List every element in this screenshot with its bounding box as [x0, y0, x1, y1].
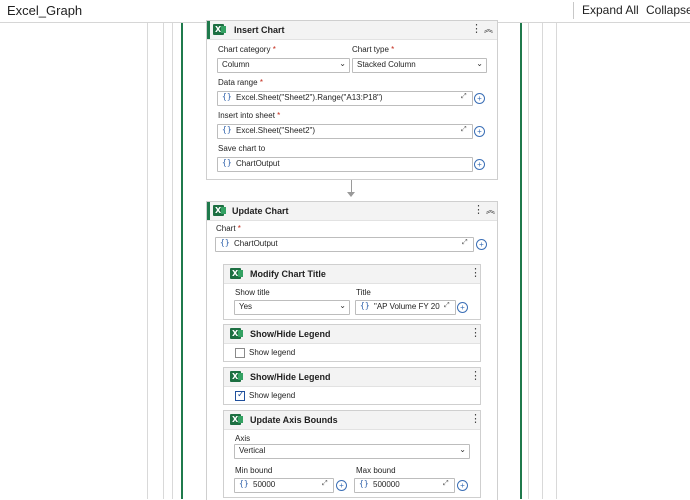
- show-legend-checkbox[interactable]: ✓: [235, 389, 245, 401]
- excel-icon: X: [230, 268, 243, 279]
- add-variable-icon[interactable]: +: [474, 159, 485, 170]
- max-bound-label: Max bound: [356, 466, 396, 475]
- more-options-icon[interactable]: ⋮: [471, 24, 482, 35]
- show-hide-legend-header[interactable]: X Show/Hide Legend ⋮: [224, 368, 481, 387]
- chart-type-label: Chart type *: [352, 45, 395, 54]
- more-options-icon[interactable]: ⋮: [470, 328, 481, 339]
- axis-select[interactable]: Vertical ⌄: [234, 444, 470, 459]
- update-axis-bounds-title: Update Axis Bounds: [250, 415, 338, 425]
- insert-chart-title: Insert Chart: [234, 25, 285, 35]
- modify-chart-title-card: X Modify Chart Title ⋮ Show title Title …: [223, 264, 481, 320]
- insert-chart-card: X Insert Chart ⋮ ︽ Chart category * Char…: [206, 20, 498, 180]
- show-hide-legend-title: Show/Hide Legend: [250, 372, 331, 382]
- expand-editor-icon[interactable]: ⤢: [462, 239, 468, 247]
- chart-label: Chart *: [216, 224, 241, 233]
- nesting-line: [556, 23, 557, 499]
- insert-into-sheet-label: Insert into sheet *: [218, 111, 281, 120]
- update-axis-bounds-header[interactable]: X Update Axis Bounds ⋮: [224, 411, 481, 430]
- chart-category-select[interactable]: Column ⌄: [217, 58, 350, 73]
- data-range-field[interactable]: {} Excel.Sheet("Sheet2").Range("A13:P18"…: [217, 91, 473, 106]
- expand-editor-icon[interactable]: ⤢: [322, 480, 328, 488]
- expression-icon: {}: [359, 479, 369, 488]
- excel-icon: X: [230, 371, 243, 382]
- insert-into-sheet-field[interactable]: {} Excel.Sheet("Sheet2") ⤢: [217, 124, 473, 139]
- nesting-line: [172, 23, 173, 499]
- modify-chart-title-title: Modify Chart Title: [250, 269, 326, 279]
- more-options-icon[interactable]: ⋮: [470, 414, 481, 425]
- expression-icon: {}: [222, 158, 232, 167]
- update-axis-bounds-card: X Update Axis Bounds ⋮ Axis Vertical ⌄ M…: [223, 410, 481, 498]
- more-options-icon[interactable]: ⋮: [470, 371, 481, 382]
- checkmark-icon: ✓: [237, 389, 245, 399]
- update-chart-card: X Update Chart ⋮ ︽ Chart * {} ChartOutpu…: [206, 201, 498, 500]
- card-accent: [207, 21, 210, 39]
- expand-editor-icon[interactable]: ⤢: [444, 302, 450, 310]
- show-title-label: Show title: [235, 288, 270, 297]
- title-field[interactable]: {} "AP Volume FY 202 ⤢: [355, 300, 456, 315]
- card-accent: [207, 202, 210, 220]
- app-title: Excel_Graph: [7, 3, 83, 18]
- toolbar-separator: [573, 2, 574, 19]
- axis-label: Axis: [235, 434, 251, 443]
- title-label: Title: [356, 288, 371, 297]
- nesting-accent-line: [181, 23, 183, 499]
- collapse-button[interactable]: Collapse: [646, 3, 690, 17]
- nesting-line: [542, 23, 543, 499]
- expand-editor-icon[interactable]: ⤢: [461, 126, 467, 134]
- add-variable-icon[interactable]: +: [457, 302, 468, 313]
- expand-editor-icon[interactable]: ⤢: [461, 93, 467, 101]
- expression-icon: {}: [360, 301, 370, 310]
- max-bound-field[interactable]: {} 500000 ⤢: [354, 478, 455, 493]
- add-variable-icon[interactable]: +: [336, 480, 347, 491]
- excel-icon: X: [230, 328, 243, 339]
- nesting-accent-line: [520, 23, 522, 499]
- show-title-select[interactable]: Yes ⌄: [234, 300, 350, 315]
- chart-category-label: Chart category *: [218, 45, 276, 54]
- show-hide-legend-card: X Show/Hide Legend ⋮ Show legend: [223, 324, 481, 362]
- expression-icon: {}: [222, 125, 232, 134]
- chevron-down-icon: ⌄: [476, 59, 483, 68]
- add-variable-icon[interactable]: +: [474, 126, 485, 137]
- save-chart-to-field[interactable]: {} ChartOutput: [217, 157, 473, 172]
- show-hide-legend-card: X Show/Hide Legend ⋮ ✓ Show legend: [223, 367, 481, 405]
- modify-chart-title-header[interactable]: X Modify Chart Title ⋮: [224, 265, 481, 284]
- nesting-line: [147, 23, 148, 499]
- chart-field[interactable]: {} ChartOutput ⤢: [215, 237, 474, 252]
- nesting-line: [528, 23, 529, 499]
- data-range-label: Data range *: [218, 78, 263, 87]
- chevron-down-icon: ⌄: [339, 301, 346, 310]
- min-bound-label: Min bound: [235, 466, 273, 475]
- show-legend-checkbox[interactable]: [235, 348, 245, 358]
- expression-icon: {}: [222, 92, 232, 101]
- flow-arrow-icon: [347, 192, 355, 197]
- show-hide-legend-header[interactable]: X Show/Hide Legend ⋮: [224, 325, 481, 344]
- min-bound-field[interactable]: {} 50000 ⤢: [234, 478, 334, 493]
- expand-editor-icon[interactable]: ⤢: [443, 480, 449, 488]
- chevron-down-icon: ⌄: [339, 59, 346, 68]
- expression-icon: {}: [220, 238, 230, 247]
- expression-icon: {}: [239, 479, 249, 488]
- nesting-line: [163, 23, 164, 499]
- update-chart-title: Update Chart: [232, 206, 289, 216]
- save-chart-to-label: Save chart to: [218, 144, 266, 153]
- chart-type-select[interactable]: Stacked Column ⌄: [352, 58, 487, 73]
- chevron-down-icon: ⌄: [459, 445, 466, 454]
- add-variable-icon[interactable]: +: [457, 480, 468, 491]
- more-options-icon[interactable]: ⋮: [473, 205, 484, 216]
- excel-icon: X: [213, 24, 226, 35]
- excel-icon: X: [230, 414, 243, 425]
- show-hide-legend-title: Show/Hide Legend: [250, 329, 331, 339]
- collapse-chevron-icon[interactable]: ︽: [486, 206, 495, 215]
- show-legend-label: Show legend: [249, 391, 296, 400]
- more-options-icon[interactable]: ⋮: [470, 268, 481, 279]
- show-legend-label: Show legend: [249, 348, 296, 357]
- expand-all-button[interactable]: Expand All: [582, 3, 639, 17]
- excel-icon: X: [213, 205, 226, 216]
- insert-chart-header[interactable]: X Insert Chart ⋮ ︽: [207, 21, 497, 40]
- add-variable-icon[interactable]: +: [474, 93, 485, 104]
- update-chart-header[interactable]: X Update Chart ⋮ ︽: [207, 202, 497, 221]
- add-variable-icon[interactable]: +: [476, 239, 487, 250]
- collapse-chevron-icon[interactable]: ︽: [484, 25, 493, 34]
